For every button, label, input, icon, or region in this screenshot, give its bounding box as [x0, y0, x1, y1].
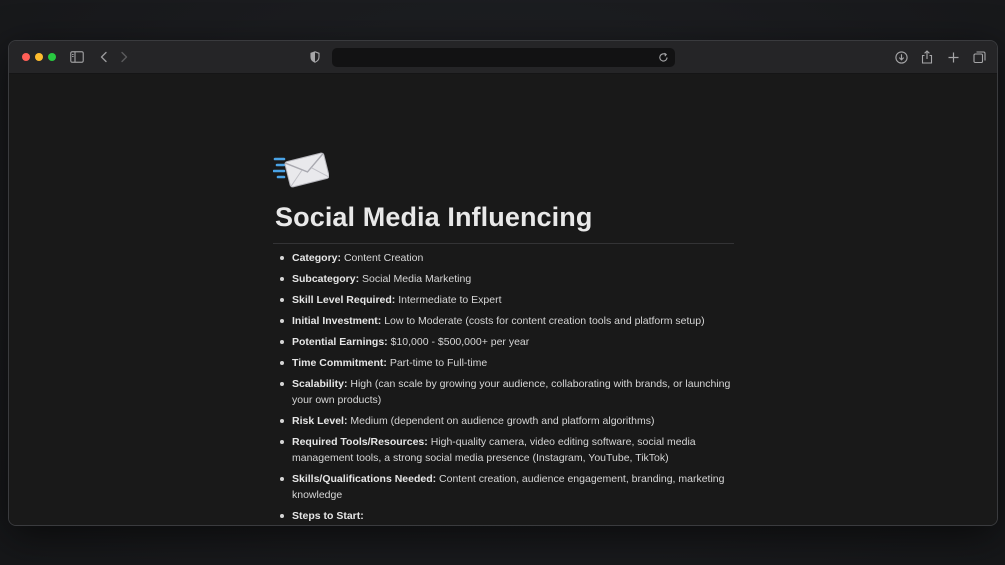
property-label: Initial Investment: [292, 315, 382, 327]
property-label: Steps to Start: [292, 510, 364, 522]
download-icon[interactable] [892, 48, 910, 66]
list-item-required-tools: Required Tools/Resources: High-quality c… [273, 434, 733, 466]
property-value: Intermediate to Expert [398, 294, 502, 306]
shield-half-icon[interactable] [306, 48, 324, 66]
list-item-risk-level: Risk Level: Medium (dependent on audienc… [273, 413, 733, 429]
page-title: Social Media Influencing [275, 202, 593, 232]
list-item-time-commitment: Time Commitment: Part-time to Full-time [273, 355, 733, 371]
property-value: Social Media Marketing [362, 273, 472, 285]
title-divider [273, 243, 734, 244]
property-value: High (can scale by growing your audience… [292, 378, 731, 406]
property-label: Required Tools/Resources: [292, 436, 428, 448]
browser-toolbar [9, 41, 997, 74]
list-item-potential-earnings: Potential Earnings: $10,000 - $500,000+ … [273, 334, 733, 350]
property-label: Skills/Qualifications Needed: [292, 473, 437, 485]
list-item-skill-level: Skill Level Required: Intermediate to Ex… [273, 292, 733, 308]
zoom-window-button[interactable] [48, 53, 56, 61]
list-item-subcategory: Subcategory: Social Media Marketing [273, 271, 733, 287]
tab-overview-icon[interactable] [970, 48, 988, 66]
property-label: Category: [292, 252, 342, 264]
property-value: $10,000 - $500,000+ per year [390, 336, 530, 348]
property-value: Medium (dependent on audience growth and… [350, 415, 655, 427]
chevron-left-icon[interactable] [95, 48, 113, 66]
property-value: Low to Moderate (costs for content creat… [384, 315, 705, 327]
list-item-category: Category: Content Creation [273, 250, 733, 266]
property-label: Subcategory: [292, 273, 360, 285]
share-icon[interactable] [918, 48, 936, 66]
property-label: Skill Level Required: [292, 294, 396, 306]
page-content: Social Media Influencing Category: Conte… [9, 74, 997, 525]
property-label: Potential Earnings: [292, 336, 388, 348]
envelope-with-speed-lines-icon [272, 150, 330, 190]
close-window-button[interactable] [22, 53, 30, 61]
chevron-right-icon[interactable] [115, 48, 133, 66]
desktop-background: Social Media Influencing Category: Conte… [0, 0, 1005, 565]
address-bar[interactable] [332, 48, 675, 67]
property-value: Content Creation [343, 252, 424, 264]
property-label: Scalability: [292, 378, 348, 390]
minimize-window-button[interactable] [35, 53, 43, 61]
list-item-initial-investment: Initial Investment: Low to Moderate (cos… [273, 313, 733, 329]
list-item-steps-to-start: Steps to Start: [273, 508, 733, 524]
property-label: Risk Level: [292, 415, 348, 427]
list-item-skills-needed: Skills/Qualifications Needed: Content cr… [273, 471, 733, 503]
property-value: Part-time to Full-time [389, 357, 488, 369]
list-item-scalability: Scalability: High (can scale by growing … [273, 376, 733, 408]
reload-icon[interactable] [655, 49, 672, 66]
sidebar-toggle-icon[interactable] [68, 48, 86, 66]
browser-window: Social Media Influencing Category: Conte… [8, 40, 998, 526]
plus-icon[interactable] [944, 48, 962, 66]
properties-list: Category: Content Creation Subcategory: … [273, 250, 733, 525]
property-label: Time Commitment: [292, 357, 387, 369]
